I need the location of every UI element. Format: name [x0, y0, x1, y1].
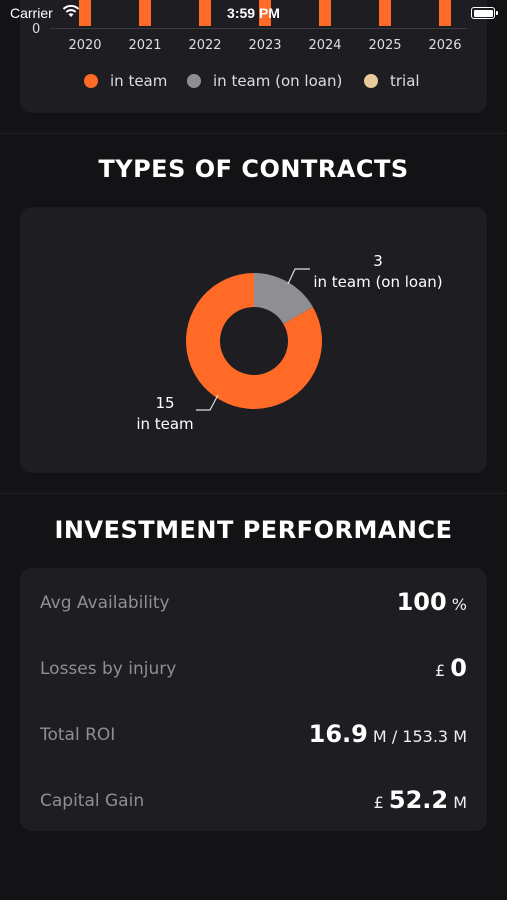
- contracts-section-title: TYPES OF CONTRACTS: [98, 155, 409, 183]
- data-label-value-in-team: 15: [155, 394, 174, 412]
- status-bar: Carrier 3:59 PM: [0, 0, 507, 28]
- metric-value: £ 0: [435, 654, 467, 682]
- x-tick-label: 2021: [128, 38, 162, 53]
- metric-label: Losses by injury: [40, 659, 177, 679]
- x-tick-label: 2024: [308, 38, 342, 53]
- section-divider: [0, 493, 507, 494]
- clock-time: 3:59 PM: [227, 5, 280, 21]
- legend-item-in-team-on-loan[interactable]: in team (on loan): [187, 72, 342, 90]
- section-divider: [0, 133, 507, 134]
- leader-line-in-team: [196, 394, 219, 411]
- x-tick-label: 2020: [68, 38, 102, 53]
- metric-value: 16.9 M / 153.3 M: [308, 720, 467, 748]
- data-label-value-on-loan: 3: [373, 252, 383, 270]
- x-tick-label: 2022: [188, 38, 222, 53]
- metric-value: 100 %: [396, 588, 467, 616]
- metric-value: £ 52.2 M: [373, 786, 467, 814]
- metric-label: Total ROI: [40, 725, 116, 745]
- data-label-name-on-loan: in team (on loan): [313, 273, 442, 291]
- x-tick-label: 2023: [248, 38, 282, 53]
- metric-label: Capital Gain: [40, 791, 145, 811]
- data-label-name-in-team: in team: [136, 415, 193, 433]
- x-tick-label: 2025: [368, 38, 402, 53]
- metric-row-avg-availability: Avg Availability 100 %: [40, 588, 467, 618]
- metric-row-capital-gain: Capital Gain £ 52.2 M: [40, 786, 467, 816]
- leader-line-on-loan: [287, 268, 310, 285]
- beige-dot-icon: [364, 74, 378, 88]
- metric-label: Avg Availability: [40, 593, 170, 613]
- chart-baseline: [50, 28, 467, 29]
- contracts-donut-card: 3 in team (on loan) 15 in team: [20, 207, 487, 473]
- gray-dot-icon: [187, 74, 201, 88]
- metric-row-losses-by-injury: Losses by injury £ 0: [40, 654, 467, 684]
- battery-icon: [471, 7, 498, 19]
- chart-legend: in team in team (on loan) trial: [20, 72, 487, 94]
- investment-section-title: INVESTMENT PERFORMANCE: [54, 516, 453, 544]
- metric-row-total-roi: Total ROI 16.9 M / 153.3 M: [40, 720, 467, 750]
- legend-item-in-team[interactable]: in team: [84, 72, 167, 90]
- x-tick-label: 2026: [428, 38, 462, 53]
- legend-item-trial[interactable]: trial: [364, 72, 420, 90]
- legend-label: in team: [110, 72, 168, 90]
- legend-label: trial: [390, 72, 420, 90]
- contracts-donut-chart: 3 in team (on loan) 15 in team: [136, 252, 442, 433]
- legend-label: in team (on loan): [213, 72, 343, 90]
- orange-dot-icon: [84, 74, 98, 88]
- investment-performance-card: Avg Availability 100 % Losses by injury …: [20, 568, 487, 831]
